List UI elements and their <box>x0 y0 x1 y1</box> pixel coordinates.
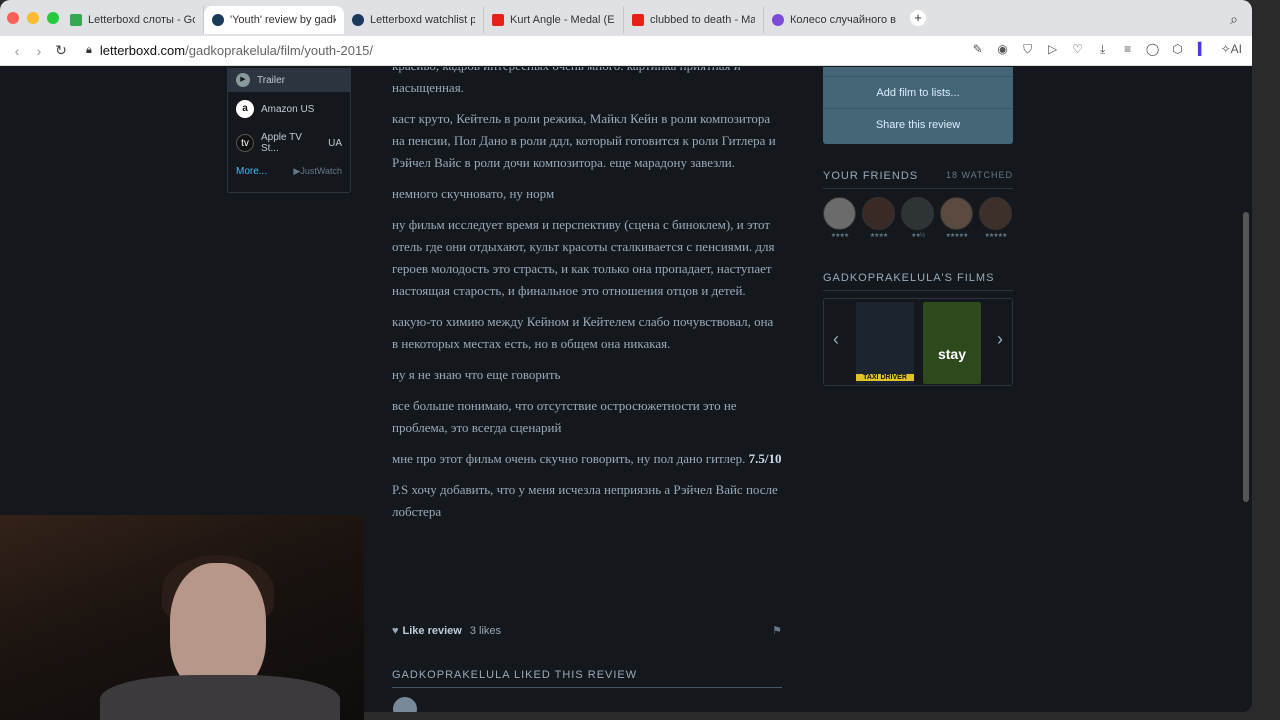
flag-icon[interactable]: ⚑ <box>772 624 782 637</box>
ai-button[interactable]: ✧AI <box>1221 42 1242 57</box>
tab-clubbed-to-death[interactable]: clubbed to death - Matri <box>624 6 764 34</box>
letterboxd-icon <box>212 14 224 26</box>
avatar <box>862 197 895 230</box>
friend-rating: ★★★★ <box>869 233 889 239</box>
review-ps: P.S хочу добавить, что у меня исчезла не… <box>392 482 778 519</box>
page-scrollbar[interactable] <box>1243 212 1249 502</box>
avatar <box>940 197 973 230</box>
friends-heading: YOUR FRIENDS 18 WATCHED <box>823 170 1013 189</box>
friend-item[interactable]: ★★★★★ <box>940 197 973 239</box>
liked-heading: GADKOPRAKELULA LIKED THIS REVIEW <box>392 669 782 688</box>
play-icon[interactable]: ▷ <box>1046 42 1060 57</box>
browser-toolbar: ✎ ◉ ⛉ ▷ ♡ ⤓ ≡ ◯ ⬡ ▍ ✧AI <box>971 42 1242 57</box>
tab-youth-review[interactable]: 'Youth' review by gadkop <box>204 6 344 34</box>
actions-panel: Add film to lists... Share this review <box>823 67 1013 144</box>
avatar <box>823 197 856 230</box>
forward-arrow-icon[interactable]: › <box>28 43 50 59</box>
friend-item[interactable]: ★★½ <box>901 197 934 239</box>
avatar <box>979 197 1012 230</box>
heart-icon[interactable]: ♡ <box>1071 42 1085 57</box>
provider-amazon[interactable]: a Amazon US <box>228 92 350 126</box>
films-carousel: ‹ TAXI DRIVER stay › <box>823 298 1013 386</box>
edit-icon[interactable]: ✎ <box>971 42 985 57</box>
amazon-icon: a <box>236 100 254 118</box>
screenshot-icon[interactable]: ◉ <box>996 42 1010 57</box>
tab-bar: Letterboxd слоты - Goo 'Youth' review by… <box>0 0 1252 36</box>
search-tabs-icon[interactable]: ⌕ <box>1230 11 1238 28</box>
where-to-watch-panel: ▶ Trailer a Amazon US tv Apple TV St... … <box>227 67 351 193</box>
sidebar-indicator: ▍ <box>1197 42 1208 56</box>
menu-icon[interactable]: ≡ <box>1121 42 1135 57</box>
webcam-overlay <box>0 515 364 720</box>
friend-item[interactable]: ★★★★ <box>862 197 895 239</box>
chevron-right-icon[interactable]: › <box>997 329 1003 350</box>
wheel-icon <box>772 14 784 26</box>
providers-footer: More... ▶JustWatch <box>228 160 350 183</box>
window-controls <box>0 12 62 24</box>
back-arrow-icon[interactable]: ‹ <box>6 43 28 59</box>
tab-random-wheel[interactable]: Колесо случайного вы <box>764 6 904 34</box>
friend-rating: ★★★★★ <box>984 233 1008 239</box>
sheets-icon <box>70 14 82 26</box>
url-field[interactable]: 🔒︎ letterboxd.com/gadkoprakelula/film/yo… <box>86 43 373 58</box>
tab-kurt-angle[interactable]: Kurt Angle - Medal (Entr <box>484 6 624 34</box>
tab-letterboxd-slots[interactable]: Letterboxd слоты - Goo <box>62 6 204 34</box>
review-rating-paragraph: мне про этот фильм очень скучно говорить… <box>392 451 782 466</box>
youtube-icon <box>632 14 644 26</box>
likes-count[interactable]: 3 likes <box>470 625 501 637</box>
youtube-icon <box>492 14 504 26</box>
avatar <box>901 197 934 230</box>
download-icon[interactable]: ⤓ <box>1096 42 1110 57</box>
ai-sparkle-icon: ✧ <box>1220 42 1231 56</box>
add-to-lists-button[interactable]: Add film to lists... <box>823 76 1013 108</box>
friend-rating: ★★½ <box>911 233 925 239</box>
zoom-window-button[interactable] <box>47 12 59 24</box>
review-paragraph: красиво, кадров интересных очень много. … <box>392 67 741 95</box>
friend-item[interactable]: ★★★★ <box>823 197 856 239</box>
friends-list: ★★★★ ★★★★ ★★½ ★★★★★ ★★★★★ <box>823 197 1012 239</box>
avatar[interactable] <box>393 697 417 712</box>
apple-tv-icon: tv <box>236 134 254 152</box>
review-paragraph: ну фильм исследует время и перспективу (… <box>392 217 775 298</box>
play-icon: ▶ <box>236 73 250 87</box>
new-tab-button[interactable]: + <box>910 10 926 26</box>
review-rating: 7.5/10 <box>748 451 782 466</box>
address-bar: ‹ › ↻ 🔒︎ letterboxd.com/gadkoprakelula/f… <box>0 36 1252 66</box>
trailer-link[interactable]: ▶ Trailer <box>228 68 350 92</box>
share-review-button[interactable]: Share this review <box>823 108 1013 140</box>
review-paragraph: какую-то химию между Кейном и Кейтелем с… <box>392 314 774 351</box>
letterboxd-icon <box>352 14 364 26</box>
reload-icon[interactable]: ↻ <box>50 42 72 59</box>
justwatch-link[interactable]: ▶JustWatch <box>293 166 342 177</box>
film-poster[interactable]: TAXI DRIVER <box>856 302 914 384</box>
review-paragraph: каст круто, Кейтель в роли режика, Майкл… <box>392 111 776 170</box>
chevron-left-icon[interactable]: ‹ <box>833 329 839 350</box>
friend-rating: ★★★★★ <box>945 233 969 239</box>
films-heading: GADKOPRAKELULA'S FILMS <box>823 272 1013 291</box>
lock-icon: 🔒︎ <box>86 44 92 56</box>
film-poster[interactable]: stay <box>923 302 981 384</box>
minimize-window-button[interactable] <box>27 12 39 24</box>
extension-icon[interactable]: ⬡ <box>1171 42 1185 57</box>
like-review-button[interactable]: Like review <box>403 625 462 637</box>
like-row: ♥ Like review 3 likes ⚑ <box>392 624 782 638</box>
close-window-button[interactable] <box>7 12 19 24</box>
heart-icon[interactable]: ♥ <box>392 625 399 637</box>
review-paragraph: все больше понимаю, что отсутствие остро… <box>392 398 737 435</box>
review-paragraph: ну я не знаю что еще говорить <box>392 367 561 382</box>
tab-watchlist-picker[interactable]: Letterboxd watchlist pic <box>344 6 484 34</box>
provider-apple-tv[interactable]: tv Apple TV St... UA <box>228 126 350 160</box>
friend-rating: ★★★★ <box>830 233 850 239</box>
more-providers-link[interactable]: More... <box>236 166 267 177</box>
profile-icon[interactable]: ◯ <box>1146 42 1160 57</box>
shield-icon[interactable]: ⛉ <box>1021 42 1035 57</box>
friend-item[interactable]: ★★★★★ <box>979 197 1012 239</box>
review-body: красиво, кадров интересных очень много. … <box>392 67 782 532</box>
review-paragraph: немного скучновато, ну норм <box>392 186 555 201</box>
